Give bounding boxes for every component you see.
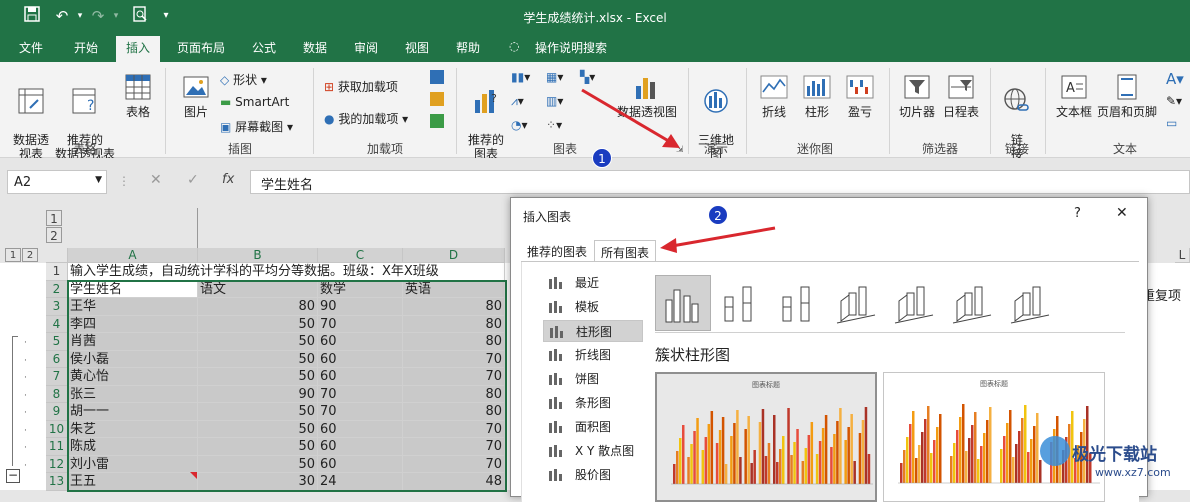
arrow-to-dialog-launcher bbox=[581, 88, 673, 145]
watermark-logo bbox=[1040, 436, 1070, 466]
watermark-url: www.xz7.com bbox=[1095, 466, 1171, 479]
arrow-head-2 bbox=[660, 238, 677, 253]
annotation-layer bbox=[581, 88, 776, 253]
step-badge-2: 2 bbox=[708, 205, 728, 225]
arrow-to-all-charts-tab bbox=[671, 226, 776, 248]
arrow-head-1 bbox=[662, 134, 680, 148]
watermark-text: 极光下载站 bbox=[1072, 445, 1157, 465]
step-badge-1: 1 bbox=[592, 148, 612, 168]
